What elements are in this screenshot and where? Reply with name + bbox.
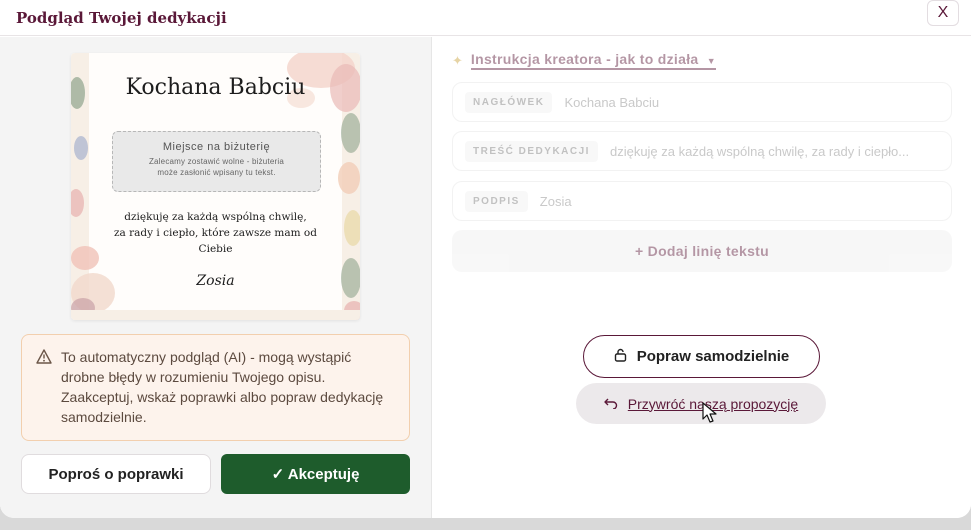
card-body-line: za rady i ciepło, które zawsze mam od Ci… (114, 227, 317, 255)
card-heading: Kochana Babciu (125, 75, 306, 100)
jewelry-placeholder: Miejsce na biżuterię Zalecamy zostawić w… (112, 131, 321, 192)
sparkle-icon: ✦ (452, 52, 463, 68)
warning-triangle-icon (36, 349, 52, 369)
signature-field[interactable]: PODPIS Zosia (452, 181, 952, 221)
accept-button[interactable]: ✓ Akceptuję (221, 454, 410, 494)
dedication-text-field[interactable]: TREŚĆ DEDYKACJI dziękuję za każdą wspóln… (452, 131, 952, 171)
jewelry-placeholder-title: Miejsce na biżuterię (162, 141, 271, 153)
dialog-title: Podgląd Twojej dedykacji (16, 8, 227, 27)
field-value: dziękuję za każdą wspólną chwilę, za rad… (609, 143, 910, 159)
dedication-preview-dialog: Podgląd Twojej dedykacji X Kochana Babci… (0, 0, 971, 518)
card-body-text: dziękuję za każdą wspólną chwilę, za rad… (101, 209, 330, 257)
field-value: Zosia (539, 193, 572, 209)
warning-text: To automatyczny podgląd (AI) - mogą wyst… (61, 349, 384, 425)
jewelry-hint-line: może zasłonić wpisany tu tekst. (157, 168, 276, 177)
field-tag: TREŚĆ DEDYKACJI (465, 140, 598, 162)
mouse-cursor-icon (702, 402, 717, 423)
close-button[interactable]: X (927, 0, 959, 26)
dialog-header: Podgląd Twojej dedykacji X (0, 0, 971, 36)
jewelry-hint-line: Zalecamy zostawić wolne - biżuteria (148, 157, 285, 166)
ai-warning-notice: To automatyczny podgląd (AI) - mogą wyst… (21, 334, 410, 441)
restore-proposal-button[interactable]: Przywróć naszą propozycję (576, 383, 826, 424)
dedication-card-preview: Kochana Babciu Miejsce na biżuterię Zale… (71, 53, 360, 320)
field-tag: NAGŁÓWEK (465, 91, 553, 113)
card-signature: Zosia (196, 273, 235, 289)
preview-panel: Kochana Babciu Miejsce na biżuterię Zale… (0, 37, 432, 518)
field-tag: PODPIS (465, 190, 528, 212)
close-icon: X (937, 4, 949, 21)
request-fix-button[interactable]: Poproś o poprawki (21, 454, 211, 494)
field-value: Kochana Babciu (564, 94, 660, 110)
jewelry-placeholder-hint: Zalecamy zostawić wolne - biżuteria może… (113, 156, 320, 178)
heading-field[interactable]: NAGŁÓWEK Kochana Babciu (452, 82, 952, 122)
card-body-line: dziękuję za każdą wspólną chwilę, (124, 211, 307, 223)
instructions-label: Instrukcja kreatora - jak to działa (470, 51, 699, 67)
unlock-icon (614, 348, 627, 366)
instructions-link[interactable]: Instrukcja kreatora - jak to działa ▼ (470, 51, 716, 70)
undo-arrow-icon (604, 396, 618, 412)
caret-down-icon: ▼ (706, 56, 716, 66)
edit-yourself-button[interactable]: Popraw samodzielnie (583, 335, 820, 378)
edit-yourself-label: Popraw samodzielnie (636, 348, 790, 365)
add-text-line-button[interactable]: + Dodaj linię tekstu (452, 230, 952, 272)
editor-panel: ✦ Instrukcja kreatora - jak to działa ▼ … (432, 37, 971, 518)
instructions-toggle[interactable]: ✦ Instrukcja kreatora - jak to działa ▼ (452, 51, 716, 70)
